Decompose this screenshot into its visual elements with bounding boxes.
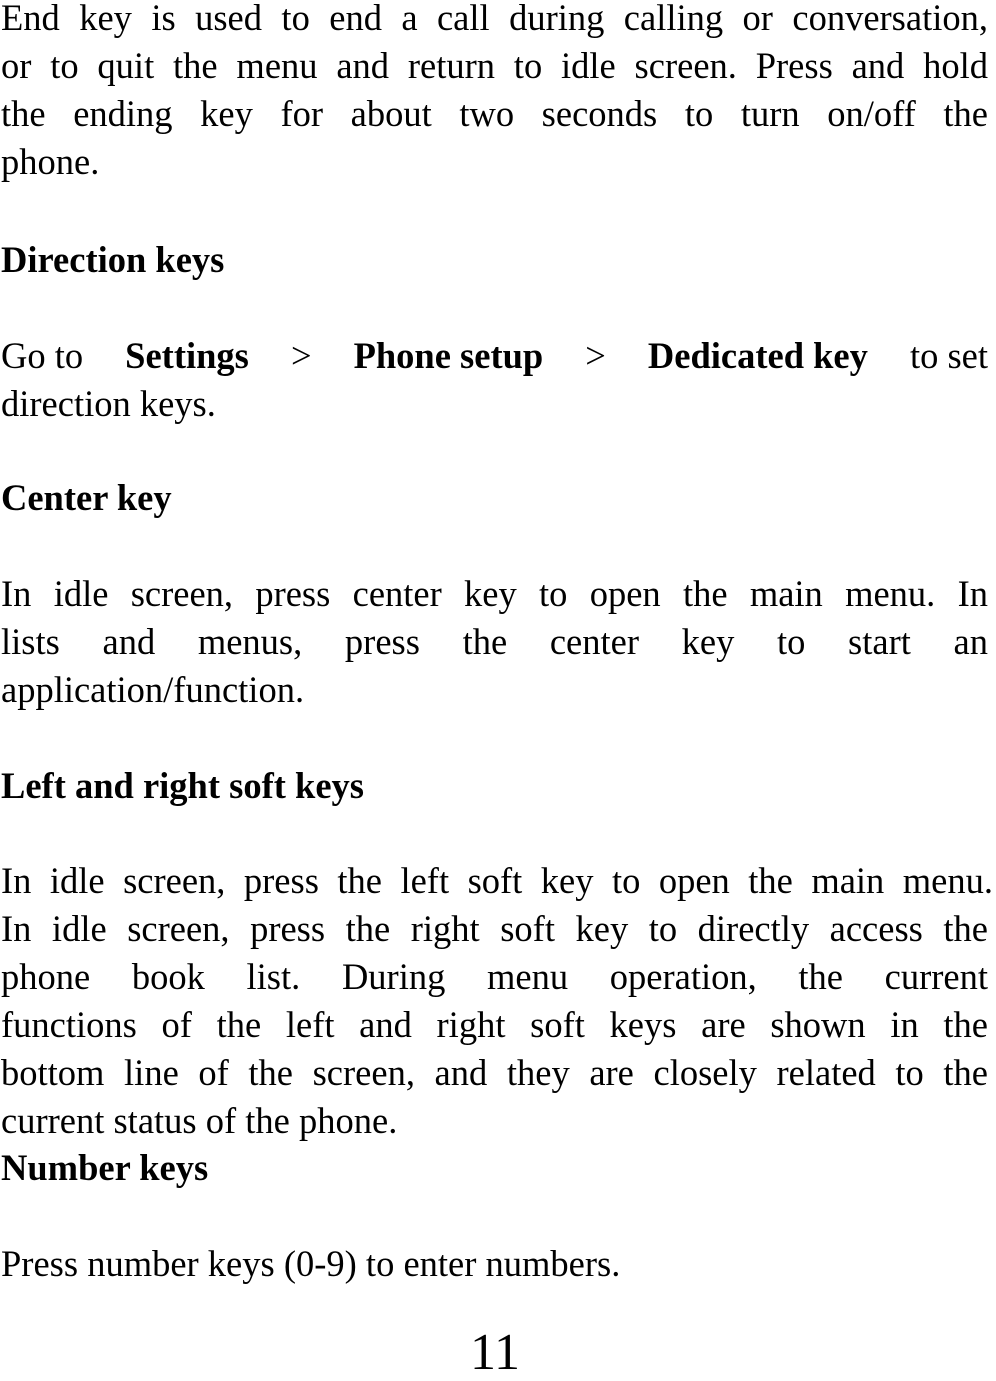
direction-keys-heading: Direction keys [1, 239, 225, 280]
center-key-paragraph: In idle screen, press center key to open… [1, 570, 988, 714]
soft-keys-line-5: bottom line of the screen, and they are … [1, 1052, 988, 1093]
soft-keys-line-2: In idle screen, press the right soft key… [1, 908, 988, 949]
soft-keys-heading: Left and right soft keys [1, 765, 364, 806]
menu-path-separator: > [585, 335, 606, 376]
menu-path-phone-setup: Phone setup [353, 335, 544, 376]
go-to-text: Go to [1, 335, 84, 376]
end-key-line-4: phone. [1, 141, 100, 182]
page-number: 11 [469, 1324, 521, 1381]
to-set-text: to set [909, 335, 988, 376]
center-key-line-1: In idle screen, press center key to open… [1, 573, 988, 614]
center-key-heading: Center key [1, 477, 172, 518]
number-keys-line-1: Press number keys (0-9) to enter numbers… [1, 1243, 621, 1284]
number-keys-heading: Number keys [1, 1147, 209, 1188]
soft-keys-line-3: phone book list. During menu operation, … [1, 956, 988, 997]
end-key-line-2: or to quit the menu and return to idle s… [1, 45, 988, 86]
soft-keys-line-4: functions of the left and right soft key… [1, 1004, 988, 1045]
soft-keys-line-1: In idle screen, press the left soft key … [1, 860, 993, 901]
direction-keys-line-2: direction keys. [1, 383, 216, 424]
end-key-paragraph: End key is used to end a call during cal… [1, 0, 988, 186]
end-key-line-3: the ending key for about two seconds to … [1, 93, 988, 134]
menu-path-dedicated-key: Dedicated key [647, 335, 868, 376]
center-key-line-2: lists and menus, press the center key to… [1, 621, 988, 662]
end-key-line-1: End key is used to end a call during cal… [1, 0, 988, 38]
menu-path-separator: > [290, 335, 312, 376]
number-keys-paragraph: Press number keys (0-9) to enter numbers… [1, 1240, 988, 1288]
menu-path-settings: Settings [125, 335, 249, 376]
direction-keys-paragraph: Go to Settings > Phone setup > Dedicated… [1, 332, 988, 428]
soft-keys-paragraph: In idle screen, press the left soft key … [1, 857, 993, 1145]
soft-keys-line-6: current status of the phone. [1, 1100, 398, 1141]
direction-keys-line-1: Go to Settings > Phone setup > Dedicated… [1, 332, 988, 380]
center-key-line-3: application/function. [1, 669, 305, 710]
